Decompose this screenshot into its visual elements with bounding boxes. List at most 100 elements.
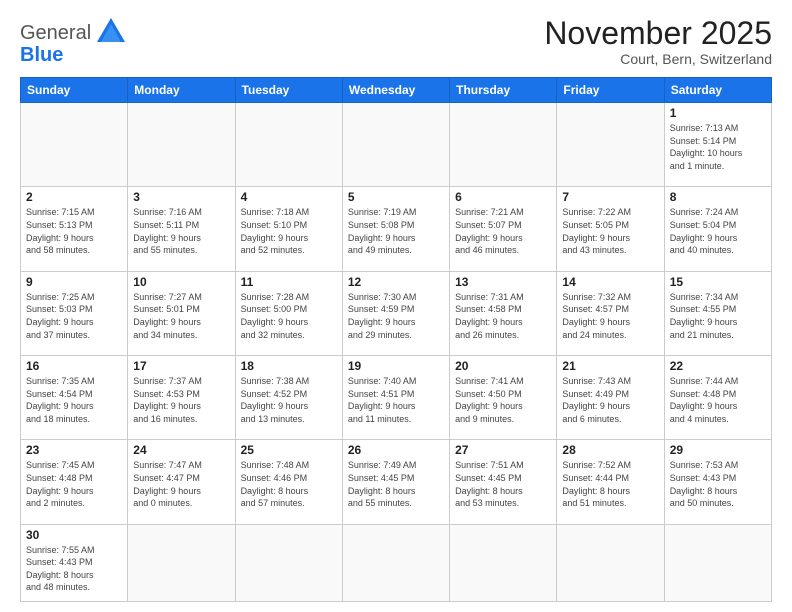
logo-blue: Blue (20, 44, 63, 67)
day-number-27: 27 (455, 443, 551, 457)
day-info-18: Sunrise: 7:38 AM Sunset: 4:52 PM Dayligh… (241, 375, 337, 425)
header-thursday: Thursday (450, 78, 557, 103)
calendar-cell-0-1 (128, 103, 235, 187)
calendar-cell-0-2 (235, 103, 342, 187)
day-number-17: 17 (133, 359, 229, 373)
calendar-cell-5-4 (450, 524, 557, 601)
week-row-0: 1 Sunrise: 7:13 AM Sunset: 5:14 PM Daylig… (21, 103, 772, 187)
day-number-7: 7 (562, 190, 658, 204)
calendar-cell-0-4 (450, 103, 557, 187)
day-info-4: Sunrise: 7:18 AM Sunset: 5:10 PM Dayligh… (241, 206, 337, 256)
location: Court, Bern, Switzerland (544, 51, 772, 67)
week-row-4: 23Sunrise: 7:45 AM Sunset: 4:48 PM Dayli… (21, 440, 772, 524)
day-number-14: 14 (562, 275, 658, 289)
calendar-cell-1-6: 8Sunrise: 7:24 AM Sunset: 5:04 PM Daylig… (664, 187, 771, 271)
calendar-cell-5-6 (664, 524, 771, 601)
week-row-5: 30Sunrise: 7:55 AM Sunset: 4:43 PM Dayli… (21, 524, 772, 601)
title-block: November 2025 Court, Bern, Switzerland (544, 16, 772, 67)
calendar-cell-3-3: 19Sunrise: 7:40 AM Sunset: 4:51 PM Dayli… (342, 356, 449, 440)
day-info-1: Sunrise: 7:13 AM Sunset: 5:14 PM Dayligh… (670, 122, 766, 172)
calendar-cell-3-4: 20 Sunrise: 7:41 AM Sunset: 4:50 PM Dayli… (450, 356, 557, 440)
header-monday: Monday (128, 78, 235, 103)
day-info-11: Sunrise: 7:28 AM Sunset: 5:00 PM Dayligh… (241, 291, 337, 341)
day-number-22: 22 (670, 359, 766, 373)
header-tuesday: Tuesday (235, 78, 342, 103)
day-info-14: Sunrise: 7:32 AM Sunset: 4:57 PM Dayligh… (562, 291, 658, 341)
day-number-26: 26 (348, 443, 444, 457)
calendar-cell-5-3 (342, 524, 449, 601)
calendar-cell-0-0 (21, 103, 128, 187)
day-number-13: 13 (455, 275, 551, 289)
week-row-2: 9 Sunrise: 7:25 AM Sunset: 5:03 PM Daylig… (21, 271, 772, 355)
day-number-10: 10 (133, 275, 229, 289)
day-number-16: 16 (26, 359, 122, 373)
logo-icon (93, 14, 129, 50)
header: General Blue November 2025 Court, Bern, … (20, 16, 772, 67)
day-info-10: Sunrise: 7:27 AM Sunset: 5:01 PM Dayligh… (133, 291, 229, 341)
day-info-17: Sunrise: 7:37 AM Sunset: 4:53 PM Dayligh… (133, 375, 229, 425)
day-info-22: Sunrise: 7:44 AM Sunset: 4:48 PM Dayligh… (670, 375, 766, 425)
day-info-3: Sunrise: 7:16 AM Sunset: 5:11 PM Dayligh… (133, 206, 229, 256)
day-number-1: 1 (670, 106, 766, 120)
calendar-cell-4-0: 23Sunrise: 7:45 AM Sunset: 4:48 PM Dayli… (21, 440, 128, 524)
day-number-25: 25 (241, 443, 337, 457)
day-info-25: Sunrise: 7:48 AM Sunset: 4:46 PM Dayligh… (241, 459, 337, 509)
day-number-23: 23 (26, 443, 122, 457)
day-number-2: 2 (26, 190, 122, 204)
weekday-header-row: Sunday Monday Tuesday Wednesday Thursday… (21, 78, 772, 103)
day-number-5: 5 (348, 190, 444, 204)
day-number-20: 20 (455, 359, 551, 373)
calendar-cell-2-6: 15 Sunrise: 7:34 AM Sunset: 4:55 PM Dayli… (664, 271, 771, 355)
calendar-cell-2-3: 12 Sunrise: 7:30 AM Sunset: 4:59 PM Dayli… (342, 271, 449, 355)
day-number-15: 15 (670, 275, 766, 289)
header-friday: Friday (557, 78, 664, 103)
day-info-26: Sunrise: 7:49 AM Sunset: 4:45 PM Dayligh… (348, 459, 444, 509)
header-sunday: Sunday (21, 78, 128, 103)
calendar-cell-0-3 (342, 103, 449, 187)
day-number-4: 4 (241, 190, 337, 204)
day-number-11: 11 (241, 275, 337, 289)
logo-general: General (20, 22, 91, 45)
header-wednesday: Wednesday (342, 78, 449, 103)
calendar-cell-5-5 (557, 524, 664, 601)
day-info-9: Sunrise: 7:25 AM Sunset: 5:03 PM Dayligh… (26, 291, 122, 341)
day-info-27: Sunrise: 7:51 AM Sunset: 4:45 PM Dayligh… (455, 459, 551, 509)
day-number-6: 6 (455, 190, 551, 204)
calendar-cell-2-4: 13 Sunrise: 7:31 AM Sunset: 4:58 PM Dayli… (450, 271, 557, 355)
day-info-7: Sunrise: 7:22 AM Sunset: 5:05 PM Dayligh… (562, 206, 658, 256)
calendar-cell-4-4: 27 Sunrise: 7:51 AM Sunset: 4:45 PM Dayli… (450, 440, 557, 524)
day-info-24: Sunrise: 7:47 AM Sunset: 4:47 PM Dayligh… (133, 459, 229, 509)
day-info-28: Sunrise: 7:52 AM Sunset: 4:44 PM Dayligh… (562, 459, 658, 509)
calendar-cell-3-1: 17 Sunrise: 7:37 AM Sunset: 4:53 PM Dayli… (128, 356, 235, 440)
day-number-21: 21 (562, 359, 658, 373)
calendar-cell-1-1: 3 Sunrise: 7:16 AM Sunset: 5:11 PM Daylig… (128, 187, 235, 271)
calendar-cell-2-0: 9 Sunrise: 7:25 AM Sunset: 5:03 PM Daylig… (21, 271, 128, 355)
day-number-9: 9 (26, 275, 122, 289)
calendar-cell-3-0: 16Sunrise: 7:35 AM Sunset: 4:54 PM Dayli… (21, 356, 128, 440)
calendar-cell-3-5: 21Sunrise: 7:43 AM Sunset: 4:49 PM Dayli… (557, 356, 664, 440)
day-info-13: Sunrise: 7:31 AM Sunset: 4:58 PM Dayligh… (455, 291, 551, 341)
day-info-2: Sunrise: 7:15 AM Sunset: 5:13 PM Dayligh… (26, 206, 122, 256)
calendar-cell-2-5: 14 Sunrise: 7:32 AM Sunset: 4:57 PM Dayli… (557, 271, 664, 355)
calendar-cell-4-1: 24 Sunrise: 7:47 AM Sunset: 4:47 PM Dayli… (128, 440, 235, 524)
month-title: November 2025 (544, 16, 772, 51)
header-saturday: Saturday (664, 78, 771, 103)
calendar-cell-1-3: 5 Sunrise: 7:19 AM Sunset: 5:08 PM Daylig… (342, 187, 449, 271)
day-info-15: Sunrise: 7:34 AM Sunset: 4:55 PM Dayligh… (670, 291, 766, 341)
day-number-24: 24 (133, 443, 229, 457)
day-info-12: Sunrise: 7:30 AM Sunset: 4:59 PM Dayligh… (348, 291, 444, 341)
day-info-8: Sunrise: 7:24 AM Sunset: 5:04 PM Dayligh… (670, 206, 766, 256)
calendar-cell-4-3: 26 Sunrise: 7:49 AM Sunset: 4:45 PM Dayli… (342, 440, 449, 524)
day-info-5: Sunrise: 7:19 AM Sunset: 5:08 PM Dayligh… (348, 206, 444, 256)
logo: General Blue (20, 16, 129, 67)
calendar-cell-1-4: 6 Sunrise: 7:21 AM Sunset: 5:07 PM Daylig… (450, 187, 557, 271)
day-info-6: Sunrise: 7:21 AM Sunset: 5:07 PM Dayligh… (455, 206, 551, 256)
day-number-3: 3 (133, 190, 229, 204)
day-number-12: 12 (348, 275, 444, 289)
calendar-cell-3-6: 22 Sunrise: 7:44 AM Sunset: 4:48 PM Dayli… (664, 356, 771, 440)
day-info-29: Sunrise: 7:53 AM Sunset: 4:43 PM Dayligh… (670, 459, 766, 509)
day-info-20: Sunrise: 7:41 AM Sunset: 4:50 PM Dayligh… (455, 375, 551, 425)
page: General Blue November 2025 Court, Bern, … (0, 0, 792, 612)
calendar-cell-5-2 (235, 524, 342, 601)
calendar-cell-1-2: 4 Sunrise: 7:18 AM Sunset: 5:10 PM Daylig… (235, 187, 342, 271)
